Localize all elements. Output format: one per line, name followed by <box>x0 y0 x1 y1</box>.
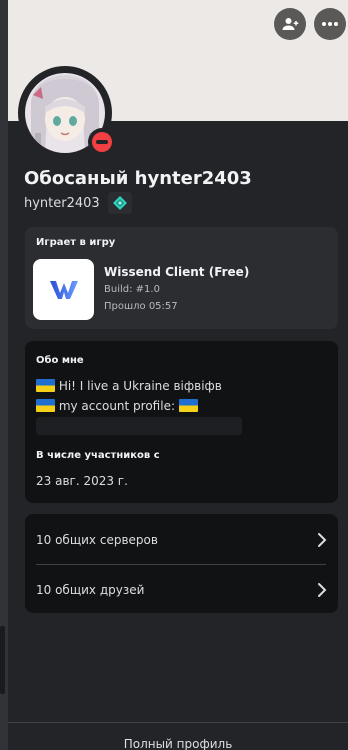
game-elapsed: Прошло 05:57 <box>104 301 178 312</box>
mutual-card: 10 общих серверов 10 общих друзей <box>25 514 338 613</box>
nitro-badge[interactable] <box>107 192 132 214</box>
do-not-disturb-icon <box>92 132 112 152</box>
status-indicator <box>88 128 116 156</box>
avatar-container[interactable] <box>18 66 116 160</box>
ukraine-flag-icon <box>36 399 55 412</box>
bio-line-1: Hi! I live a Ukraine віфвіфв <box>36 379 222 393</box>
wissend-logo-icon <box>49 280 78 299</box>
activity-card: Играет в игру Wissend Client (Free) Buil… <box>25 227 338 329</box>
member-since-title: В числе участников с <box>36 450 160 461</box>
ukraine-flag-icon <box>178 399 198 412</box>
mutual-friends-row[interactable]: 10 общих друзей <box>25 565 338 614</box>
display-name: Обосаный hynter2403 <box>24 168 252 189</box>
full-profile-link[interactable]: Полный профиль <box>8 737 348 750</box>
member-since-date: 23 авг. 2023 г. <box>36 474 128 488</box>
chevron-right-icon <box>318 532 327 547</box>
bio-hidden-link[interactable] <box>36 417 242 435</box>
user-profile-popout: Обосаный hynter2403 hynter2403 Играет в … <box>8 0 348 750</box>
scrollbar[interactable] <box>0 626 5 694</box>
mutual-servers-row[interactable]: 10 общих серверов <box>25 515 338 564</box>
mutual-servers-label: 10 общих серверов <box>36 532 158 547</box>
ukraine-flag-icon <box>36 379 55 392</box>
game-build: Build: #1.0 <box>104 284 160 295</box>
more-dots-icon <box>322 22 338 26</box>
background-strip <box>0 0 8 750</box>
bio-line-2: my account profile: <box>36 399 198 413</box>
add-friend-button[interactable] <box>274 8 306 40</box>
nitro-gem-icon <box>112 196 127 210</box>
activity-title: Играет в игру <box>36 237 116 248</box>
chevron-right-icon <box>318 582 327 597</box>
game-name: Wissend Client (Free) <box>104 265 250 279</box>
bio-text-2: my account profile: <box>58 399 176 413</box>
username-row: hynter2403 <box>24 192 132 214</box>
bio-text-1: Hi! I live a Ukraine віфвіфв <box>58 379 222 393</box>
mutual-friends-label: 10 общих друзей <box>36 582 145 597</box>
more-options-button[interactable] <box>314 8 346 40</box>
about-card: Обо мне Hi! I live a Ukraine віфвіфв my … <box>25 341 338 503</box>
game-icon[interactable] <box>33 259 94 320</box>
footer-divider <box>8 722 348 723</box>
about-title: Обо мне <box>36 355 84 366</box>
username[interactable]: hynter2403 <box>24 196 100 211</box>
add-friend-icon <box>282 18 299 30</box>
